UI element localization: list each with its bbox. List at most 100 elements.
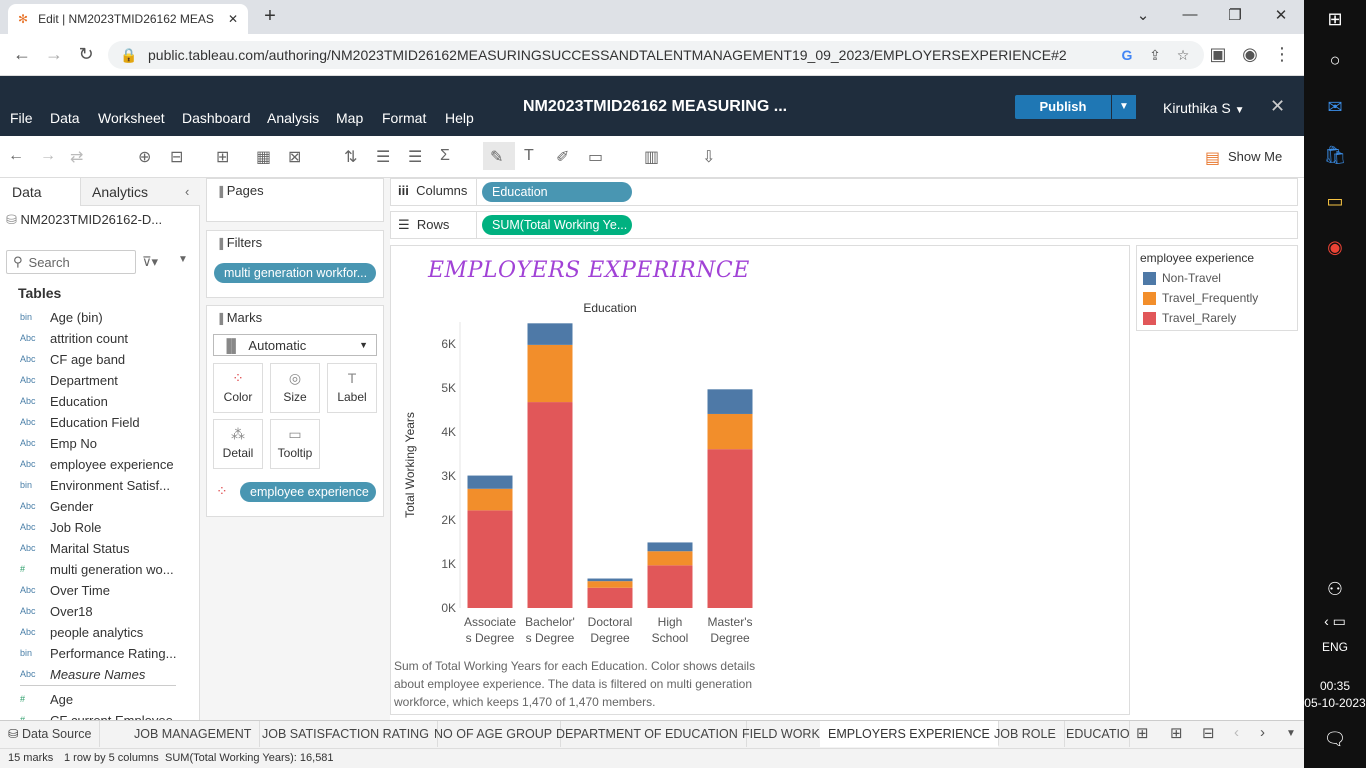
legend-item[interactable]: Travel_Frequently (1143, 290, 1258, 306)
menu-file[interactable]: File (10, 110, 33, 126)
chrome-icon[interactable]: ◉ (1320, 232, 1350, 262)
data-source-tab[interactable]: ⛁ Data Source (0, 721, 101, 747)
bar-segment[interactable] (527, 344, 573, 403)
bar-segment[interactable] (467, 510, 513, 608)
user-menu[interactable]: Kiruthika S ▼ (1163, 100, 1245, 116)
size-button[interactable]: ◎ Size (270, 363, 320, 413)
new-worksheet-icon[interactable]: ⊞ (216, 147, 229, 167)
profile-avatar-icon[interactable]: ◉ (1238, 44, 1262, 66)
fit-icon[interactable]: ▭ (588, 147, 603, 167)
data-pane-menu-icon[interactable]: ▼ (178, 254, 188, 265)
bookmark-star-icon[interactable]: ☆ (1174, 47, 1192, 64)
sheet-tab[interactable]: EMPLOYERS EXPERIENCE (820, 721, 999, 747)
new-story-tab-icon[interactable]: ⊟ (1202, 724, 1215, 742)
clock-date[interactable]: 05-10-2023 (1304, 696, 1366, 710)
publish-dropdown-icon[interactable]: ▼ (1112, 95, 1136, 119)
sheet-tab[interactable]: NO OF AGE GROUP (426, 721, 562, 747)
tab-menu-icon[interactable]: ▼ (1286, 728, 1296, 739)
redo-icon[interactable]: → (40, 147, 56, 165)
search-field[interactable]: ⚲ Search (6, 250, 136, 274)
menu-analysis[interactable]: Analysis (267, 110, 319, 126)
forward-icon[interactable]: → (42, 44, 66, 66)
bar-segment[interactable] (587, 587, 633, 608)
share-icon[interactable]: ⇪ (1146, 47, 1164, 64)
restore-button[interactable]: ❐ (1220, 6, 1250, 26)
bar-segment[interactable] (647, 551, 693, 566)
show-me-button[interactable]: Show Me (1228, 149, 1282, 164)
field-item[interactable]: Abc Over18 (20, 601, 196, 621)
menu-worksheet[interactable]: Worksheet (98, 110, 165, 126)
color-button[interactable]: ⁘ Color (213, 363, 263, 413)
stacked-bar-chart[interactable]: Education Total Working Years 0K 1K 2K 3K 4K 5K… (398, 292, 768, 652)
reload-icon[interactable]: ↻ (74, 44, 98, 66)
side-panel-icon[interactable]: ▣ (1206, 44, 1230, 66)
filter-pill[interactable]: multi generation workfor... (214, 263, 376, 283)
bar-segment[interactable] (587, 578, 633, 582)
back-icon[interactable]: ← (10, 44, 34, 66)
menu-dashboard[interactable]: Dashboard (182, 110, 251, 126)
field-item[interactable]: Abc employee experience (20, 454, 196, 474)
menu-map[interactable]: Map (336, 110, 363, 126)
filter-fields-icon[interactable]: ⊽▾ (142, 254, 158, 270)
sheet-tab[interactable]: EDUCATION (1058, 721, 1130, 747)
presentation-icon[interactable]: ▥ (644, 147, 659, 167)
notification-icon[interactable]: 🗨 (1320, 724, 1350, 754)
google-icon[interactable]: G (1118, 47, 1136, 63)
format-workbook-icon[interactable]: ✐ (556, 147, 569, 167)
bar-segment[interactable] (527, 402, 573, 608)
mail-icon[interactable]: ✉ (1320, 92, 1350, 122)
field-item[interactable]: Abc CF age band (20, 349, 196, 369)
minimize-button[interactable]: — (1175, 6, 1205, 26)
tray-chevron-icon[interactable]: ‹ ▭ (1320, 606, 1350, 636)
undo-icon[interactable]: ← (8, 147, 24, 165)
label-button[interactable]: T Label (327, 363, 377, 413)
address-bar[interactable]: 🔒 public.tableau.com/authoring/NM2023TMI… (108, 41, 1204, 69)
bar-segment[interactable] (707, 413, 753, 450)
field-item[interactable]: bin Age (bin) (20, 307, 196, 327)
bar-segment[interactable] (647, 542, 693, 552)
sheet-tab[interactable]: JOB MANAGEMENT (126, 721, 261, 747)
lock-icon[interactable]: 🔒 (120, 47, 138, 64)
field-item[interactable]: Abc attrition count (20, 328, 196, 348)
menu-help[interactable]: Help (445, 110, 474, 126)
legend-item[interactable]: Travel_Rarely (1143, 310, 1236, 326)
field-item[interactable]: Abc people analytics (20, 622, 196, 642)
highlight-icon[interactable]: ✎ (490, 147, 503, 167)
totals-icon[interactable]: Σ (440, 147, 450, 165)
sort-ascending-icon[interactable]: ☰ (376, 147, 390, 167)
pause-updates-icon[interactable]: ⊟ (170, 147, 183, 167)
sheet-tab[interactable]: FIELD WORK (734, 721, 829, 747)
sheet-tab[interactable]: DEPARTMENT OF EDUCATION (548, 721, 747, 747)
sheet-tab[interactable]: JOB ROLE (986, 721, 1065, 747)
color-pill[interactable]: employee experience (240, 482, 376, 502)
field-item[interactable]: Abc Measure Names (20, 664, 196, 684)
scroll-tabs-left-icon[interactable]: ‹ (1234, 724, 1239, 741)
browser-tab[interactable]: ✻ Edit | NM2023TMID26162 MEAS ✕ (8, 4, 248, 34)
field-item[interactable]: Abc Emp No (20, 433, 196, 453)
bar-segment[interactable] (467, 475, 513, 489)
collapse-pane-icon[interactable]: ‹ (185, 184, 189, 199)
bar-segment[interactable] (527, 323, 573, 345)
rows-pill[interactable]: SUM(Total Working Ye... (482, 215, 632, 235)
show-me-icon[interactable]: ▤ (1205, 148, 1220, 168)
field-item[interactable]: Abc Education Field (20, 412, 196, 432)
replay-icon[interactable]: ⇄ (70, 147, 83, 167)
field-item[interactable]: Abc Marital Status (20, 538, 196, 558)
mark-type-select[interactable]: ▐▌ Automatic ▼ (213, 334, 377, 356)
download-icon[interactable]: ⇩ (702, 147, 715, 167)
field-item[interactable]: bin Environment Satisf... (20, 475, 196, 495)
duplicate-sheet-icon[interactable]: ▦ (256, 147, 271, 167)
windows-start-icon[interactable]: ⊞ (1320, 4, 1350, 34)
detail-button[interactable]: ⁂ Detail (213, 419, 263, 469)
sort-descending-icon[interactable]: ☰ (408, 147, 422, 167)
tooltip-button[interactable]: ▭ Tooltip (270, 419, 320, 469)
window-close-button[interactable]: ✕ (1266, 6, 1296, 26)
field-item[interactable]: # multi generation wo... (20, 559, 196, 579)
columns-pill[interactable]: Education (482, 182, 632, 202)
clear-sheet-icon[interactable]: ⊠ (288, 147, 301, 167)
field-item[interactable]: Abc Education (20, 391, 196, 411)
cortana-icon[interactable]: ○ (1320, 45, 1350, 75)
people-icon[interactable]: ⚇ (1320, 574, 1350, 604)
scroll-tabs-right-icon[interactable]: › (1260, 724, 1265, 741)
show-labels-icon[interactable]: T (524, 147, 534, 165)
